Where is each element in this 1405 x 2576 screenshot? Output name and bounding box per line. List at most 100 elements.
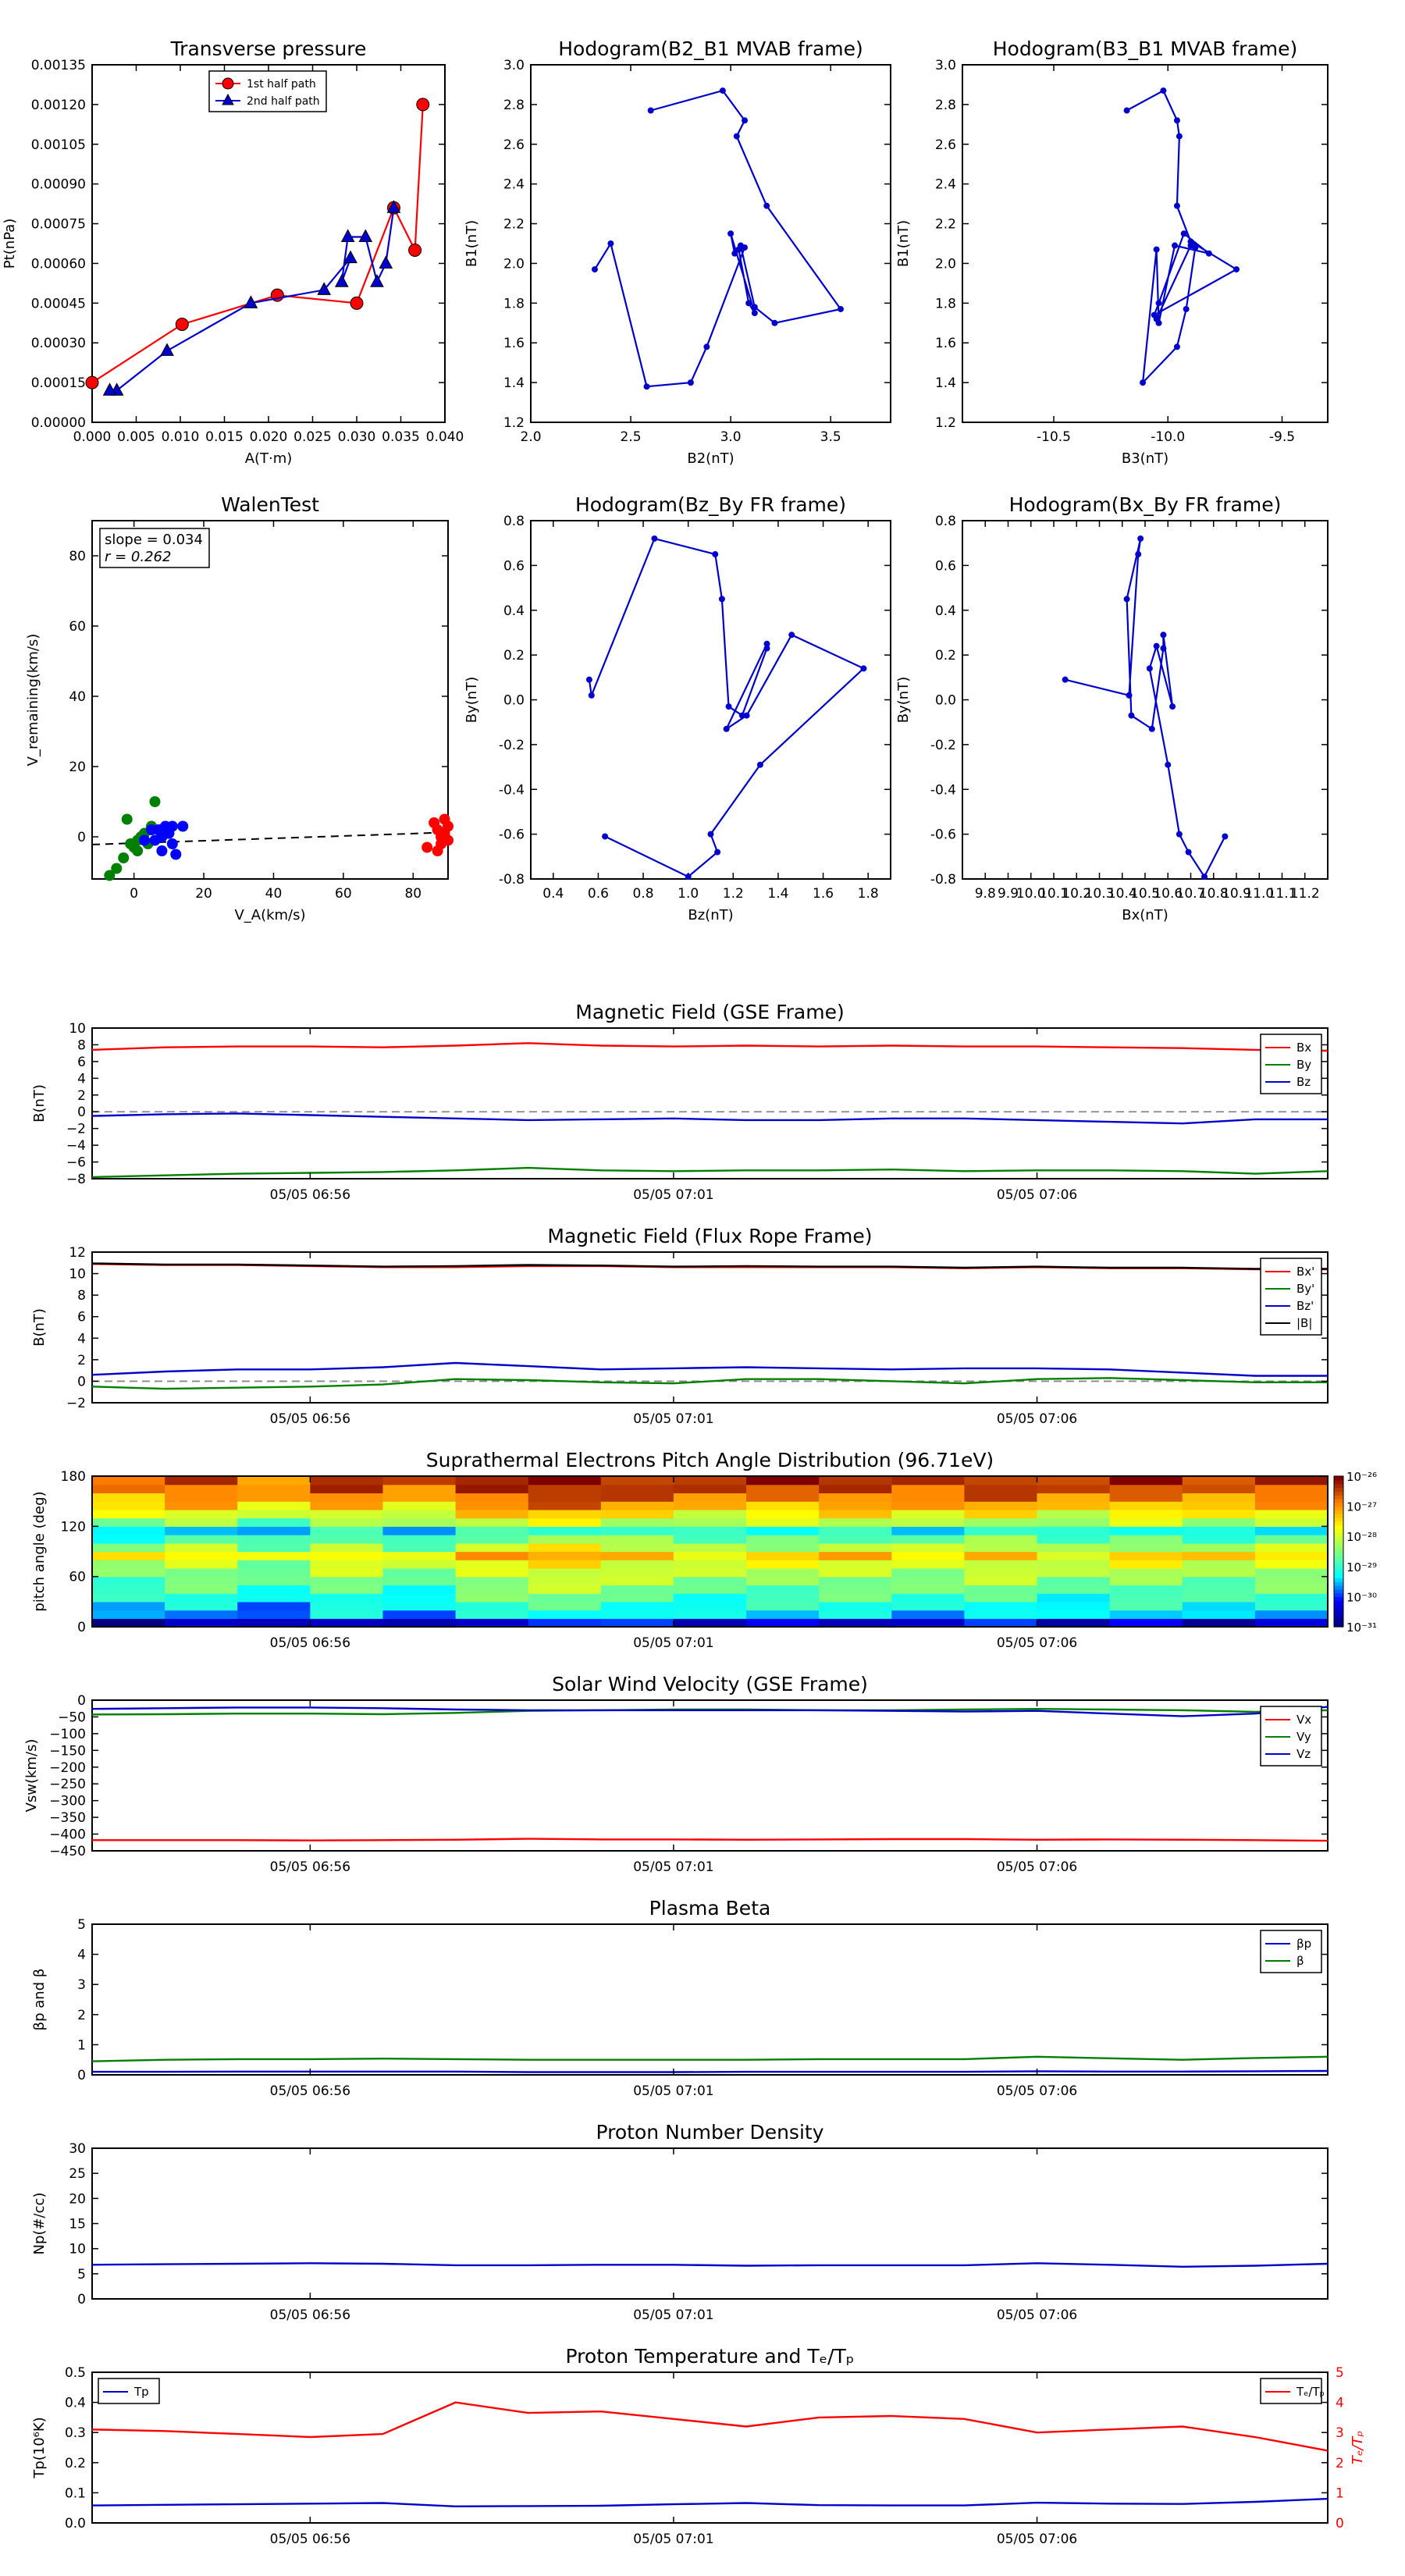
heatmap-cell [673,1560,747,1569]
colorbar-segment [1334,1491,1343,1496]
heatmap-cell [382,1509,457,1519]
colorbar-segment [1334,1514,1343,1518]
heatmap-cell [528,1526,602,1535]
heatmap-cell [1109,1610,1183,1619]
y2-tick-label: 0 [1336,2516,1344,2532]
legend-label: By' [1297,1282,1314,1296]
legend-frame [1260,1930,1322,1973]
data-point [1153,246,1160,253]
y-tick-label: 2.4 [503,177,525,193]
heatmap-cell [1182,1567,1256,1578]
chart-h2: -10.5 -10.0 -9.5 1.2 1.4 1.6 1.8 2.0 2.2 2.4 2.6 2.… [895,37,1329,467]
heatmap-cell [455,1509,529,1519]
heatmap-cell [1037,1542,1111,1553]
heatmap-cell [1182,1517,1256,1527]
chart-h3: 0.4 0.6 0.8 1.0 1.2 1.4 1.6 1.8 -0.8 -0.6 -0.4 -0.2… [464,493,891,923]
heatmap-cell [382,1476,457,1485]
heatmap-cell [600,1542,674,1553]
colorbar-segment [1334,1607,1343,1613]
chart-walen: 0 20 40 60 80 0 20 40 60 80 WalenTest V_A(km/s) V_re… [25,493,454,923]
heatmap-cell [455,1576,529,1585]
y-tick-label: 0.6 [935,558,956,574]
y-tick-label: 25 [69,2166,86,2182]
heatmap-cell [891,1493,966,1502]
heatmap-cell [964,1526,1038,1535]
heatmap-cell [528,1509,602,1519]
heatmap-cell [1254,1493,1329,1502]
heatmap-cell [528,1484,602,1494]
data-point [1172,242,1179,249]
data-point [763,202,770,209]
data-point [443,820,454,832]
heatmap-cell [237,1593,311,1603]
y-tick-label: 2.0 [935,256,956,272]
colorbar-label: 10⁻²⁷ [1346,1500,1377,1514]
heatmap-cell [92,1601,165,1611]
data-point [585,676,592,683]
heatmap-cell [455,1618,529,1628]
heatmap-cell [600,1576,674,1585]
heatmap-cell [165,1576,238,1585]
y-tick-label: 6 [77,1310,86,1325]
colorbar-segment [1334,1619,1343,1624]
heatmap-cell [165,1560,238,1569]
heatmap-cell [382,1576,457,1585]
heatmap-cell [964,1509,1038,1519]
data-point [416,98,430,112]
x-tick-label: 05/05 07:01 [633,1635,713,1651]
x-tick-label: 05/05 07:06 [997,1859,1077,1875]
y-tick-label: −6 [66,1155,86,1171]
y-tick-label: 12 [69,1245,86,1261]
heatmap-cell [964,1576,1038,1585]
heatmap-cell [891,1501,966,1510]
series-line [1065,538,1226,879]
colorbar-segment [1334,1506,1343,1511]
heatmap-cell [165,1517,238,1527]
colorbar-segment [1334,1551,1343,1556]
y-tick-label: 20 [69,760,86,775]
y-tick-label: -0.6 [930,827,956,843]
colorbar-segment [1334,1521,1343,1526]
heatmap-cell [1182,1576,1256,1585]
y-tick-label: −100 [49,1727,86,1742]
x-axis-label: B3(nT) [1122,450,1168,467]
y-tick-label: 8 [77,1037,86,1053]
heatmap-cell [891,1601,966,1611]
r-text: r = 0.262 [105,549,171,565]
heatmap-cell [964,1542,1038,1553]
heatmap-cell [528,1493,602,1502]
y-tick-label: 0.00030 [31,336,86,351]
legend-label: βp [1297,1937,1311,1951]
y-tick-label: 2.4 [935,177,956,193]
heatmap-cell [237,1493,311,1502]
data-point [149,796,161,807]
heatmap-cell [1109,1585,1183,1594]
heatmap-cell [1109,1526,1183,1535]
chart-pad: 10⁻²⁶ 10⁻²⁷ 10⁻²⁸ 10⁻²⁹ 10⁻³⁰ 10⁻³¹ 05/05 06:5… [31,1449,1377,1651]
colorbar-segment [1334,1578,1343,1582]
legend: Bx By Bz [1260,1034,1322,1094]
x-tick-label: 2.0 [520,429,541,445]
heatmap-cell [92,1476,165,1485]
y-tick-label: 0.1 [65,2485,86,2501]
heatmap-cell [455,1526,529,1535]
heatmap-cell [92,1501,165,1510]
heatmap-cell [746,1560,820,1569]
heatmap-cell [1109,1493,1183,1502]
y-tick-label: 1.6 [503,336,525,351]
heatmap-cell [673,1610,747,1619]
x-tick-label: 0.025 [293,429,332,445]
y-tick-label: 10 [69,2242,86,2258]
y-tick-label: 0.00000 [31,415,86,431]
heatmap-cell [1182,1535,1256,1544]
y-tick-label: 1.4 [935,375,956,391]
chart-mf_gse: 05/05 06:56 05/05 07:01 05/05 07:06 −8−6−4−… [31,1001,1329,1203]
chart-title: Hodogram(Bz_By FR frame) [575,493,846,516]
y-tick-label: 0 [77,1620,86,1635]
y-tick-label: 15 [69,2217,86,2233]
heatmap-cell [1109,1517,1183,1527]
heatmap-cell [165,1484,238,1494]
x-tick-label: 05/05 07:01 [633,2083,713,2099]
y-tick-label: 0 [77,2068,86,2083]
heatmap-cell [891,1576,966,1585]
